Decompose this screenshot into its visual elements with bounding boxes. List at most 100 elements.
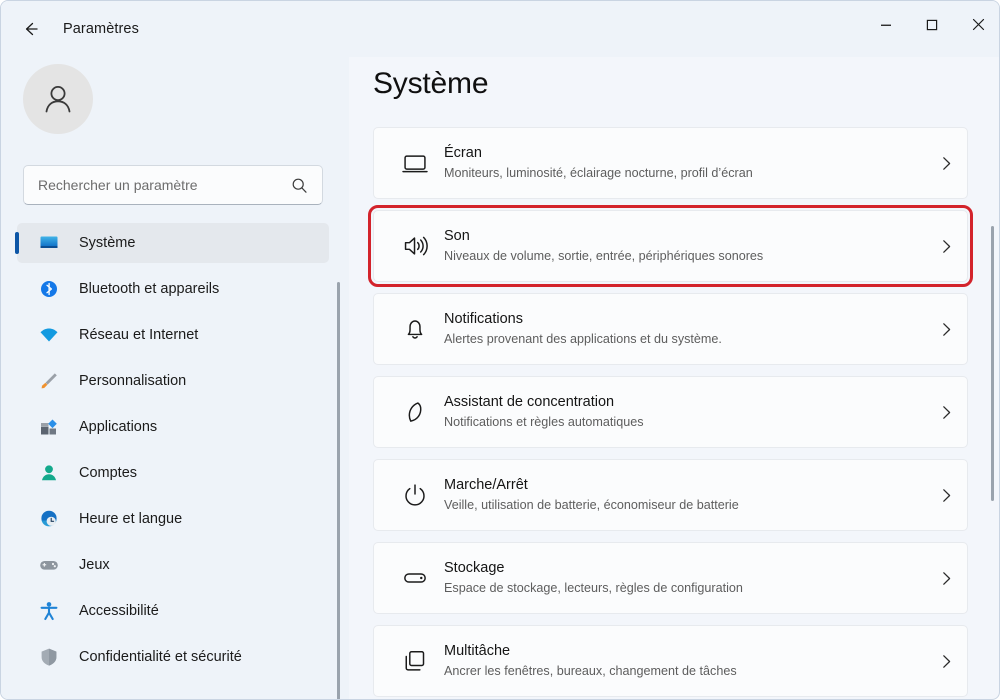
sidebar-item-3[interactable]: Réseau et Internet bbox=[17, 315, 329, 355]
card-title: Multitâche bbox=[444, 643, 511, 659]
close-icon bbox=[972, 18, 984, 31]
shield-icon bbox=[41, 648, 57, 666]
apps-icon bbox=[35, 416, 63, 438]
storage-icon bbox=[392, 565, 438, 591]
gamepad-icon bbox=[35, 554, 63, 576]
minimize-icon bbox=[881, 24, 891, 26]
settings-card-list: Écran Moniteurs, luminosité, éclairage no… bbox=[349, 127, 999, 699]
card-subtitle: Notifications et règles automatiques bbox=[444, 415, 644, 429]
sidebar-item-label: Bluetooth et appareils bbox=[79, 281, 220, 297]
chevron-right-icon bbox=[942, 239, 950, 253]
sidebar-item-6[interactable]: Comptes bbox=[17, 453, 329, 493]
monitor-icon bbox=[35, 232, 63, 254]
sidebar-item-1[interactable]: Système bbox=[15, 223, 329, 263]
sidebar-item-7[interactable]: Heure et langue bbox=[17, 499, 329, 539]
card-title: Stockage bbox=[444, 560, 505, 576]
monitor-icon bbox=[40, 236, 58, 248]
card-subtitle: Alertes provenant des applications et du… bbox=[444, 332, 722, 346]
maximize-icon bbox=[926, 19, 938, 30]
window-controls bbox=[863, 1, 999, 48]
sidebar: Système Bluetooth et appareils Réseau et I… bbox=[1, 57, 349, 699]
account-icon bbox=[35, 462, 63, 484]
sidebar-item-10[interactable]: Confidentialité et sécurité bbox=[17, 637, 329, 677]
settings-card-4[interactable]: Assistant de concentration Notifications … bbox=[373, 376, 968, 448]
gamepad-icon bbox=[40, 561, 58, 570]
card-text: Stockage Espace de stockage, lecteurs, rè… bbox=[444, 559, 925, 597]
card-text: Écran Moniteurs, luminosité, éclairage no… bbox=[444, 144, 925, 182]
minimize-button[interactable] bbox=[863, 1, 909, 48]
card-subtitle: Espace de stockage, lecteurs, règles de … bbox=[444, 581, 743, 595]
card-title: Marche/Arrêt bbox=[444, 477, 528, 493]
page-title: Système bbox=[373, 67, 489, 100]
accessibility-icon bbox=[40, 602, 58, 621]
card-chevron[interactable] bbox=[925, 321, 967, 338]
speaker-icon bbox=[404, 236, 428, 256]
settings-card-3[interactable]: Notifications Alertes provenant des appli… bbox=[373, 293, 968, 365]
moon-icon bbox=[392, 399, 438, 425]
card-chevron[interactable] bbox=[925, 570, 967, 587]
close-button[interactable] bbox=[955, 1, 999, 48]
card-chevron[interactable] bbox=[925, 238, 967, 255]
windows-stack-icon bbox=[392, 648, 438, 674]
chevron-right-icon bbox=[942, 488, 950, 502]
brush-icon bbox=[35, 370, 63, 392]
card-text: Son Niveaux de volume, sortie, entrée, pé… bbox=[444, 227, 925, 265]
settings-card-5[interactable]: Marche/Arrêt Veille, utilisation de batte… bbox=[373, 459, 968, 531]
display-icon bbox=[392, 150, 438, 176]
display-icon bbox=[402, 155, 428, 173]
maximize-button[interactable] bbox=[909, 1, 955, 48]
storage-icon bbox=[404, 573, 426, 583]
card-chevron[interactable] bbox=[925, 155, 967, 172]
window-title: Paramètres bbox=[63, 21, 139, 37]
search-box[interactable] bbox=[23, 165, 323, 205]
card-chevron[interactable] bbox=[925, 487, 967, 504]
avatar[interactable] bbox=[23, 64, 93, 134]
chevron-right-icon bbox=[942, 571, 950, 585]
card-title: Écran bbox=[444, 145, 482, 161]
sidebar-item-label: Heure et langue bbox=[79, 511, 183, 527]
back-button[interactable] bbox=[11, 9, 51, 49]
card-title: Notifications bbox=[444, 311, 523, 327]
card-title: Son bbox=[444, 228, 470, 244]
sidebar-item-label: Réseau et Internet bbox=[79, 327, 199, 343]
arrow-left-icon bbox=[25, 22, 38, 36]
settings-card-7[interactable]: Multitâche Ancrer les fenêtres, bureaux, … bbox=[373, 625, 968, 697]
sidebar-item-4[interactable]: Personnalisation bbox=[17, 361, 329, 401]
chevron-right-icon bbox=[942, 405, 950, 419]
card-subtitle: Niveaux de volume, sortie, entrée, périp… bbox=[444, 249, 764, 263]
card-subtitle: Ancrer les fenêtres, bureaux, changement… bbox=[444, 664, 737, 678]
main-scrollbar[interactable] bbox=[991, 226, 994, 501]
sidebar-item-9[interactable]: Accessibilité bbox=[17, 591, 329, 631]
sidebar-item-5[interactable]: Applications bbox=[17, 407, 329, 447]
chevron-right-icon bbox=[942, 156, 950, 170]
bell-icon bbox=[407, 320, 423, 339]
sidebar-item-label: Comptes bbox=[79, 465, 138, 481]
settings-card-2[interactable]: Son Niveaux de volume, sortie, entrée, pé… bbox=[368, 205, 973, 287]
speaker-icon bbox=[392, 233, 438, 259]
main-content: Système Écran Moniteurs, luminosité, écla… bbox=[349, 57, 999, 699]
account-icon bbox=[42, 465, 56, 481]
brush-icon bbox=[41, 373, 57, 389]
bluetooth-icon bbox=[35, 278, 63, 300]
search-input[interactable] bbox=[24, 177, 291, 193]
card-title: Assistant de concentration bbox=[444, 394, 615, 410]
sidebar-nav: Système Bluetooth et appareils Réseau et I… bbox=[1, 223, 349, 699]
card-text: Multitâche Ancrer les fenêtres, bureaux, … bbox=[444, 642, 925, 680]
clock-icon bbox=[35, 508, 63, 530]
sidebar-item-2[interactable]: Bluetooth et appareils bbox=[17, 269, 329, 309]
card-text: Assistant de concentration Notifications … bbox=[444, 393, 925, 431]
sidebar-item-label: Confidentialité et sécurité bbox=[79, 649, 242, 665]
card-text: Marche/Arrêt Veille, utilisation de batte… bbox=[444, 476, 925, 514]
settings-card-6[interactable]: Stockage Espace de stockage, lecteurs, rè… bbox=[373, 542, 968, 614]
sidebar-item-label: Jeux bbox=[79, 557, 110, 573]
card-subtitle: Veille, utilisation de batterie, économi… bbox=[444, 498, 739, 512]
wifi-icon bbox=[35, 324, 63, 346]
sidebar-scrollbar[interactable] bbox=[337, 282, 340, 699]
apps-icon bbox=[41, 419, 57, 435]
card-chevron[interactable] bbox=[925, 653, 967, 670]
settings-card-1[interactable]: Écran Moniteurs, luminosité, éclairage no… bbox=[373, 127, 968, 199]
sidebar-item-8[interactable]: Jeux bbox=[17, 545, 329, 585]
person-icon bbox=[45, 86, 71, 113]
settings-window: Paramètres Rechercher un paramètre Systè… bbox=[0, 0, 1000, 700]
card-chevron[interactable] bbox=[925, 404, 967, 421]
